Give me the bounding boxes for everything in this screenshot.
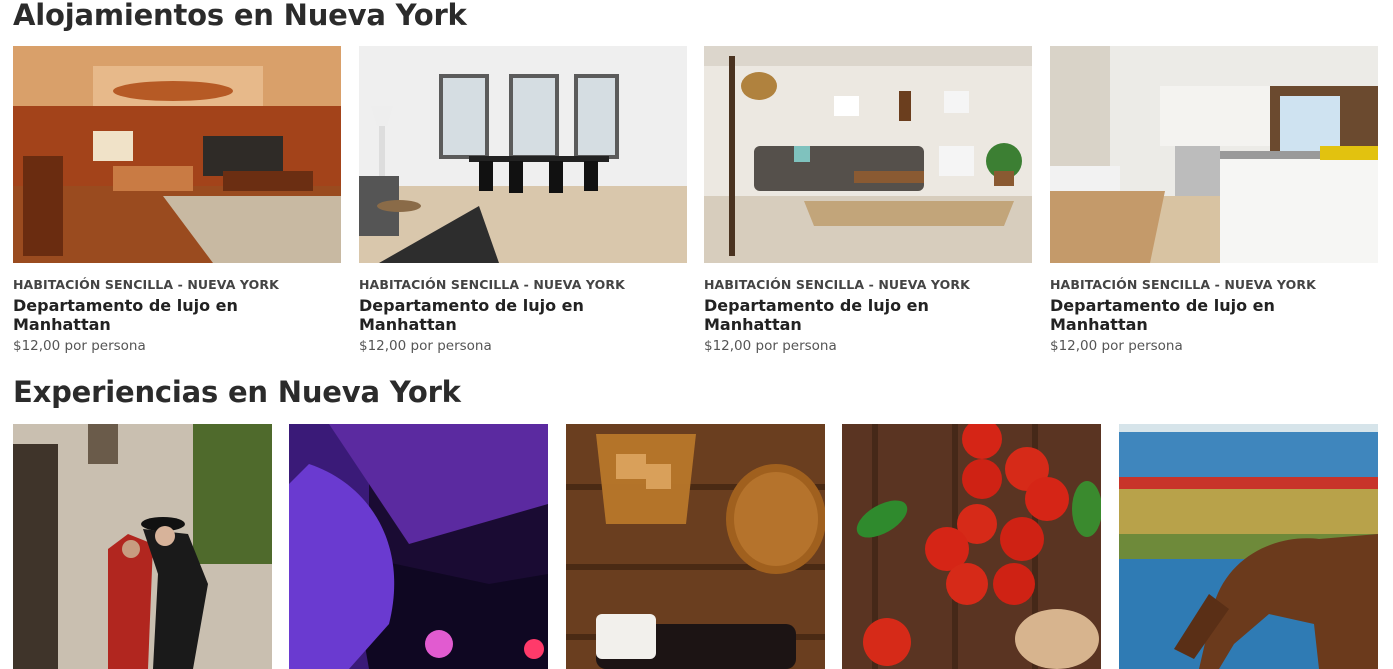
stay-price: $12,00 por persona [359,338,492,354]
stay-price: $12,00 por persona [1050,338,1183,354]
living-room-billiards-photo[interactable] [13,46,341,263]
stay-title[interactable]: Departamento de lujo en Manhattan [1050,296,1378,334]
tomatoes-basil-photo[interactable] [842,424,1101,669]
stay-title[interactable]: Departamento de lujo en Manhattan [704,296,1032,334]
stay-type-location: HABITACIÓN SENCILLA - NUEVA YORK [13,277,279,292]
stay-type-location: HABITACIÓN SENCILLA - NUEVA YORK [704,277,970,292]
stay-title[interactable]: Departamento de lujo en Manhattan [13,296,341,334]
stay-price: $12,00 por persona [13,338,146,354]
stays-section-title: Alojamientos en Nueva York [13,0,467,32]
experiences-section-title: Experiencias en Nueva York [13,375,461,409]
horse-grazing-photo[interactable] [1119,424,1378,669]
stay-card[interactable]: HABITACIÓN SENCILLA - NUEVA YORK Departa… [1050,46,1378,354]
stay-title[interactable]: Departamento de lujo en Manhattan [359,296,687,334]
stay-type-location: HABITACIÓN SENCILLA - NUEVA YORK [1050,277,1316,292]
purple-nightclub-photo[interactable] [289,424,548,669]
stay-card[interactable]: HABITACIÓN SENCILLA - NUEVA YORK Departa… [13,46,341,354]
stay-card[interactable]: HABITACIÓN SENCILLA - NUEVA YORK Departa… [359,46,687,354]
living-room-sofa-photo[interactable] [704,46,1032,263]
whisky-glasses-photo[interactable] [566,424,825,669]
white-dining-room-photo[interactable] [359,46,687,263]
stay-card[interactable]: HABITACIÓN SENCILLA - NUEVA YORK Departa… [704,46,1032,354]
tango-dancers-photo[interactable] [13,424,272,669]
stay-type-location: HABITACIÓN SENCILLA - NUEVA YORK [359,277,625,292]
white-kitchen-photo[interactable] [1050,46,1378,263]
stay-price: $12,00 por persona [704,338,837,354]
